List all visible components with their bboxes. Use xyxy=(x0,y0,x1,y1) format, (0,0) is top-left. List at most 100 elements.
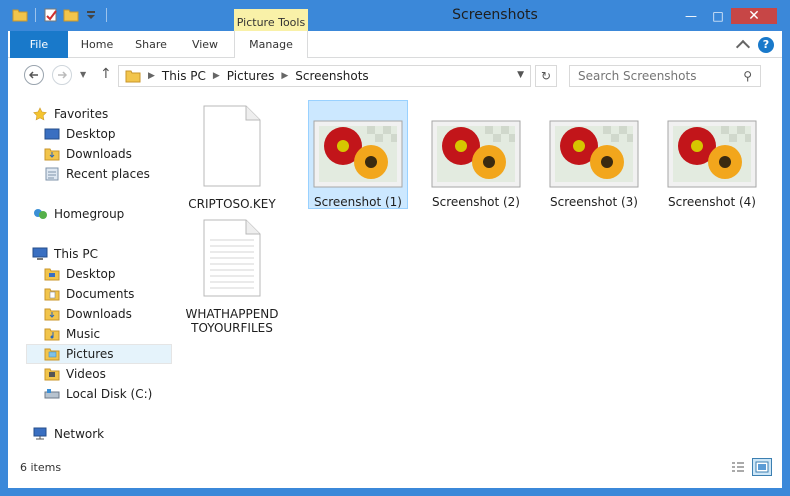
sidebar-item-label: Documents xyxy=(66,287,135,301)
ribbon: File Home Share View Manage ? xyxy=(8,31,782,58)
search-icon[interactable]: ⚲ xyxy=(743,69,752,83)
recent-places-icon xyxy=(45,167,59,181)
recent-locations-chevron-down-icon[interactable]: ▼ xyxy=(80,70,86,79)
forward-button[interactable] xyxy=(52,65,72,85)
refresh-button[interactable]: ↻ xyxy=(535,65,557,87)
arrow-left-icon xyxy=(29,71,38,79)
sidebar-item-recent-places[interactable]: Recent places xyxy=(44,164,165,184)
navigation-pane: Favorites Desktop Downloads Recent place… xyxy=(8,100,172,460)
tab-manage[interactable]: Manage xyxy=(234,31,308,58)
sidebar-item-label: Homegroup xyxy=(54,207,125,221)
sidebar-item-label: This PC xyxy=(54,247,98,261)
tab-file[interactable]: File xyxy=(10,31,68,58)
large-icons-view-icon xyxy=(755,461,769,473)
breadcrumb-separator-icon[interactable]: ▶ xyxy=(281,71,288,81)
sidebar-item-homegroup[interactable]: Homegroup xyxy=(32,204,165,224)
sidebar-item-local-disk[interactable]: Local Disk (C:) xyxy=(44,384,165,404)
breadcrumb-pictures[interactable]: Pictures xyxy=(227,69,275,83)
sidebar-item-documents[interactable]: Documents xyxy=(44,284,165,304)
status-bar: 6 items xyxy=(8,458,782,488)
file-item-screenshot-3[interactable]: Screenshot (3) xyxy=(544,120,644,209)
quick-access-toolbar xyxy=(12,8,110,22)
music-folder-icon xyxy=(44,328,60,341)
tab-home[interactable]: Home xyxy=(74,31,120,58)
tab-share[interactable]: Share xyxy=(128,31,174,58)
breadcrumb-separator-icon[interactable]: ▶ xyxy=(213,71,220,81)
image-thumbnail-icon xyxy=(431,120,521,188)
properties-icon[interactable] xyxy=(43,8,59,22)
star-icon xyxy=(33,107,47,121)
network-icon xyxy=(33,427,47,440)
file-item-screenshot-2[interactable]: Screenshot (2) xyxy=(426,120,526,209)
homegroup-icon xyxy=(34,209,47,219)
refresh-icon: ↻ xyxy=(540,69,552,83)
window-client-area: File Home Share View Manage ? ▼ ↑ ▶ This… xyxy=(8,31,782,488)
up-arrow-icon[interactable]: ↑ xyxy=(100,66,112,82)
details-view-icon xyxy=(732,462,744,472)
window-title: Screenshots xyxy=(452,7,538,23)
sidebar-item-favorites[interactable]: Favorites xyxy=(32,104,165,124)
image-thumbnail-icon xyxy=(667,120,757,188)
sidebar-item-this-pc[interactable]: This PC xyxy=(32,244,165,264)
file-name: Screenshot (1) xyxy=(314,195,402,209)
toolbar-separator xyxy=(35,8,36,22)
sidebar-item-label: Downloads xyxy=(66,307,132,321)
sidebar-item-desktop[interactable]: Desktop xyxy=(44,124,165,144)
large-icons-view-button[interactable] xyxy=(752,458,772,476)
sidebar-item-label: Network xyxy=(54,427,105,441)
file-list: CRIPTOSO.KEY Screenshot (1) Screenshot (… xyxy=(174,100,782,460)
sidebar-item-network[interactable]: Network xyxy=(32,424,165,444)
file-name: Screenshot (2) xyxy=(432,195,520,209)
sidebar-item-videos[interactable]: Videos xyxy=(44,364,165,384)
search-input[interactable] xyxy=(578,69,736,83)
navigation-bar: ▼ ↑ ▶ This PC ▶ Pictures ▶ Screenshots ▼… xyxy=(8,62,782,92)
sidebar-item-pictures[interactable]: Pictures xyxy=(26,344,172,364)
desktop-icon xyxy=(44,128,60,140)
close-button[interactable]: ✕ xyxy=(731,8,777,24)
help-icon[interactable]: ? xyxy=(758,37,774,53)
sidebar-item-pc-downloads[interactable]: Downloads xyxy=(44,304,165,324)
text-file-icon xyxy=(203,219,261,297)
toolbar-separator xyxy=(106,8,107,22)
address-bar[interactable]: ▶ This PC ▶ Pictures ▶ Screenshots ▼ xyxy=(118,65,531,87)
explorer-window: Picture Tools Screenshots — □ ✕ File Hom… xyxy=(0,0,790,496)
file-item-screenshot-4[interactable]: Screenshot (4) xyxy=(662,120,762,209)
image-thumbnail-icon xyxy=(313,120,403,188)
details-view-button[interactable] xyxy=(728,458,748,476)
maximize-button[interactable]: □ xyxy=(705,8,731,24)
expand-ribbon-icon[interactable] xyxy=(735,39,751,55)
file-item-criptoso-key[interactable]: CRIPTOSO.KEY xyxy=(182,102,282,211)
documents-folder-icon xyxy=(44,288,60,301)
item-count: 6 items xyxy=(20,461,62,474)
view-switcher xyxy=(728,458,772,476)
blank-file-icon xyxy=(203,105,261,187)
address-history-chevron-down-icon[interactable]: ▼ xyxy=(517,70,524,80)
picture-tools-label: Picture Tools xyxy=(234,9,308,31)
breadcrumb-this-pc[interactable]: This PC xyxy=(162,69,206,83)
breadcrumb-screenshots[interactable]: Screenshots xyxy=(295,69,368,83)
pictures-folder-icon xyxy=(44,348,60,361)
file-name: CRIPTOSO.KEY xyxy=(188,197,276,211)
downloads-folder-icon xyxy=(44,148,60,161)
tab-view[interactable]: View xyxy=(182,31,228,58)
file-item-whathappend-toyourfiles[interactable]: WHATHAPPEND TOYOURFILES xyxy=(182,216,282,335)
sidebar-item-label: Recent places xyxy=(66,167,150,181)
file-name-line: WHATHAPPEND xyxy=(185,307,279,321)
file-item-screenshot-1[interactable]: Screenshot (1) xyxy=(308,100,408,209)
sidebar-item-label: Desktop xyxy=(66,267,116,281)
downloads-folder-icon xyxy=(44,308,60,321)
computer-icon xyxy=(32,247,48,260)
minimize-button[interactable]: — xyxy=(678,8,704,24)
breadcrumb-separator-icon: ▶ xyxy=(148,71,155,81)
folder-icon[interactable] xyxy=(12,8,28,22)
sidebar-item-pc-desktop[interactable]: Desktop xyxy=(44,264,165,284)
folder-icon xyxy=(125,70,141,82)
sidebar-item-downloads[interactable]: Downloads xyxy=(44,144,165,164)
new-folder-icon[interactable] xyxy=(63,8,79,22)
search-box[interactable]: ⚲ xyxy=(569,65,761,87)
customize-toolbar-icon[interactable] xyxy=(83,8,99,22)
back-button[interactable] xyxy=(24,65,44,85)
image-thumbnail-icon xyxy=(549,120,639,188)
sidebar-item-music[interactable]: Music xyxy=(44,324,165,344)
sidebar-item-label: Favorites xyxy=(54,107,109,121)
